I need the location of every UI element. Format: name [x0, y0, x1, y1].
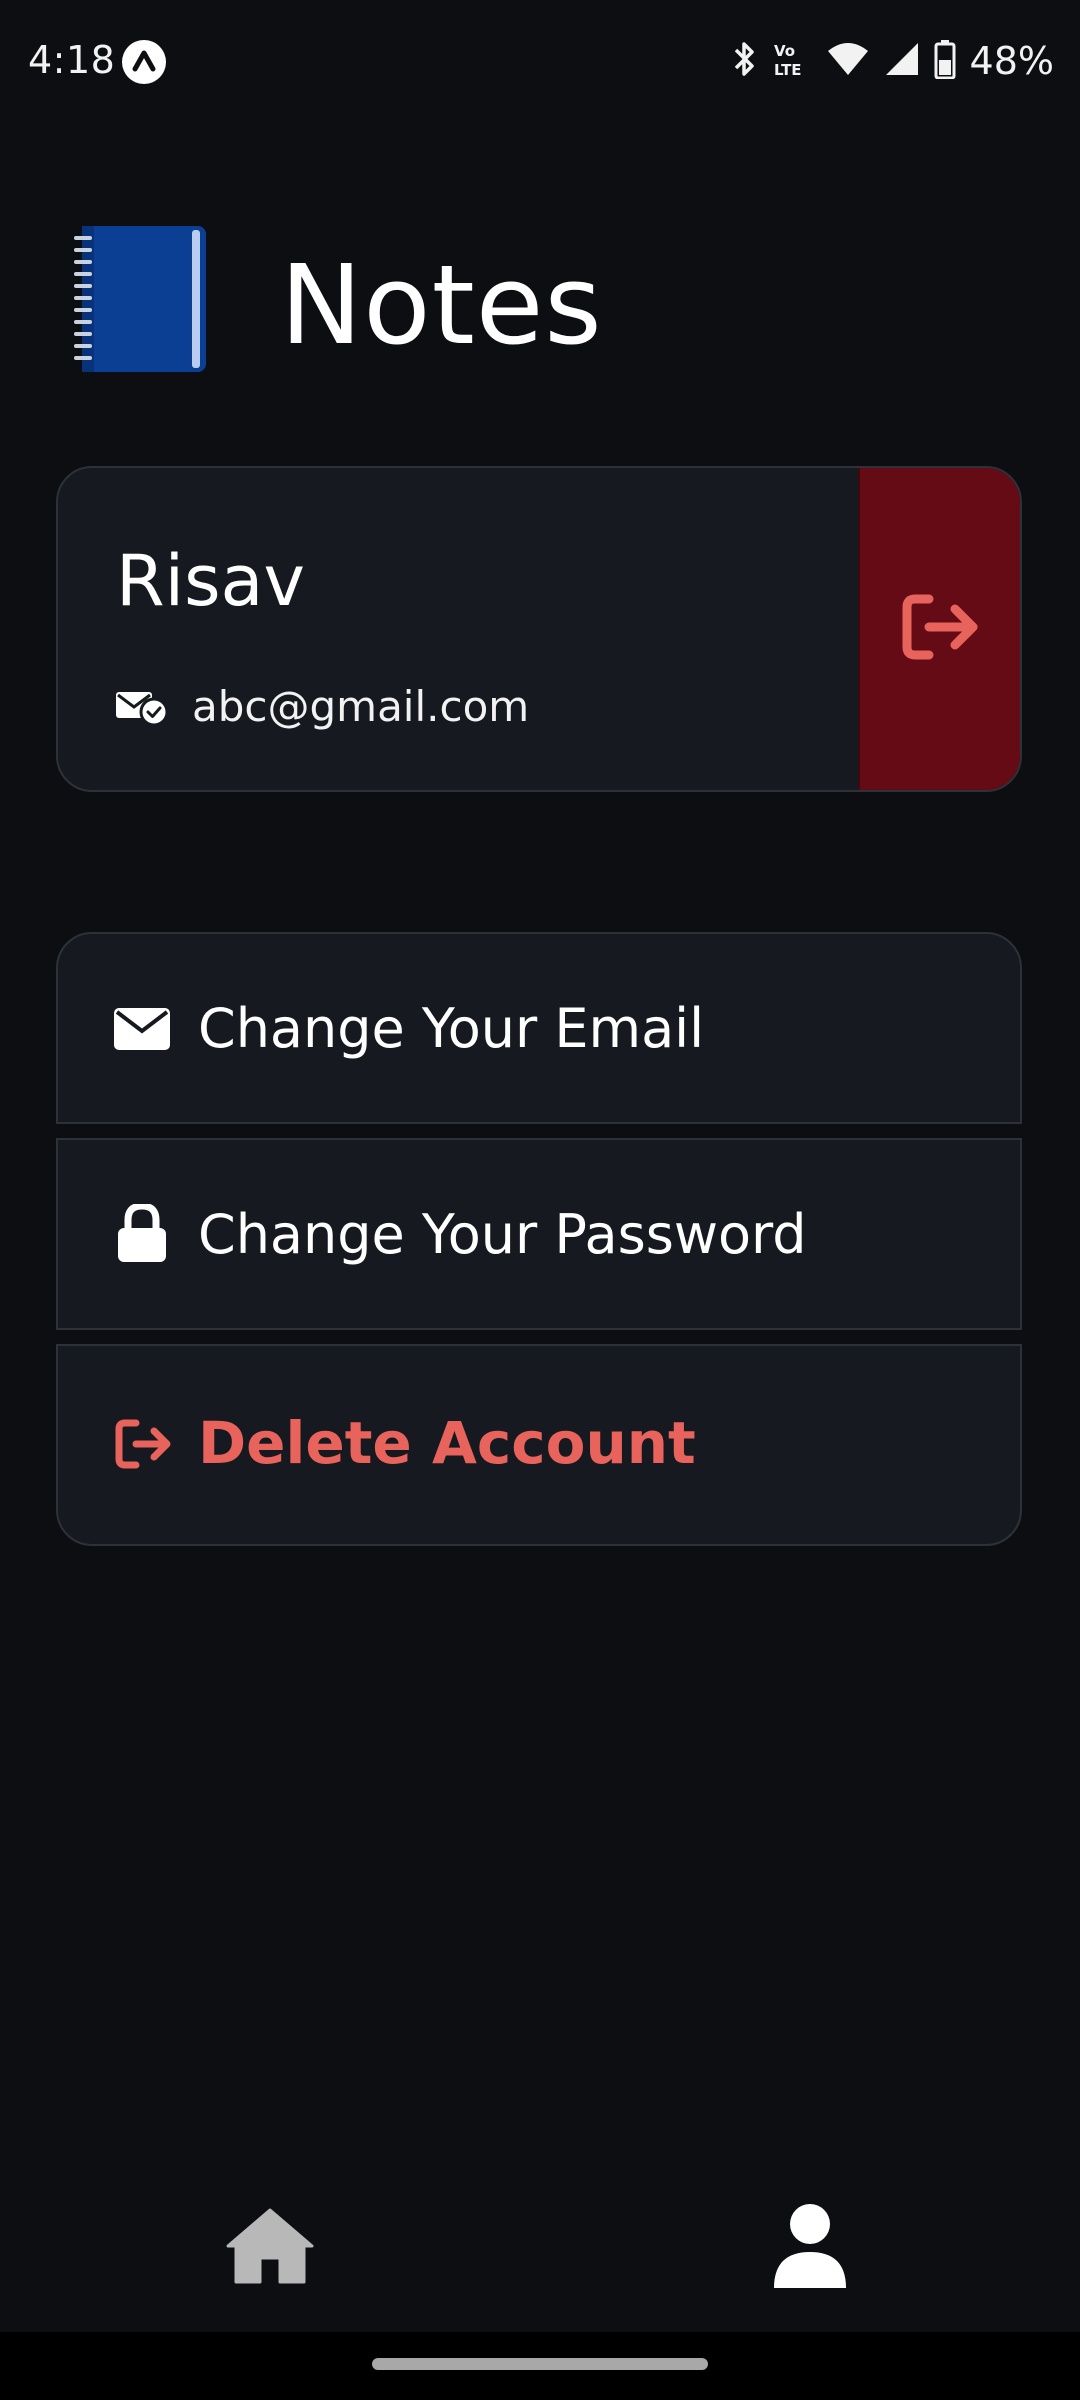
change-email-button[interactable]: Change Your Email: [56, 932, 1022, 1124]
change-password-label: Change Your Password: [198, 1203, 807, 1266]
logout-icon: [114, 1418, 171, 1474]
status-bar: 4:18 Vo LTE 48%: [0, 0, 1080, 120]
svg-text:Vo: Vo: [774, 42, 795, 60]
home-gesture-indicator[interactable]: [372, 2358, 708, 2370]
signal-icon: [884, 41, 920, 81]
profile-email: abc@gmail.com: [192, 682, 530, 731]
nav-profile-button[interactable]: [770, 2202, 850, 2290]
wifi-icon: [826, 41, 870, 81]
status-time: 4:18: [28, 38, 116, 82]
app-notification-icon: [122, 40, 166, 84]
status-icons: Vo LTE 48%: [730, 36, 1054, 86]
envelope-icon: [114, 1000, 170, 1056]
logout-button[interactable]: [858, 468, 1020, 790]
change-password-button[interactable]: Change Your Password: [56, 1138, 1022, 1330]
bottom-navigation: [0, 2170, 1080, 2330]
verified-email-icon: [116, 690, 169, 727]
app-title: Notes: [280, 241, 603, 369]
bluetooth-icon: [730, 39, 758, 83]
volte-icon: Vo LTE: [772, 39, 812, 83]
delete-account-label: Delete Account: [198, 1409, 696, 1477]
home-icon: [224, 2208, 316, 2290]
profile-name: Risav: [116, 540, 305, 622]
delete-account-button[interactable]: Delete Account: [56, 1344, 1022, 1546]
profile-card: Risav abc@gmail.com: [56, 466, 1022, 792]
user-icon: [770, 2204, 850, 2294]
battery-percentage: 48%: [969, 39, 1054, 83]
lock-icon: [114, 1202, 170, 1262]
svg-text:LTE: LTE: [774, 61, 802, 79]
nav-home-button[interactable]: [224, 2206, 316, 2286]
change-email-label: Change Your Email: [198, 997, 705, 1060]
logout-icon: [899, 591, 981, 667]
notebook-icon: [74, 224, 208, 374]
battery-icon: [934, 39, 956, 83]
